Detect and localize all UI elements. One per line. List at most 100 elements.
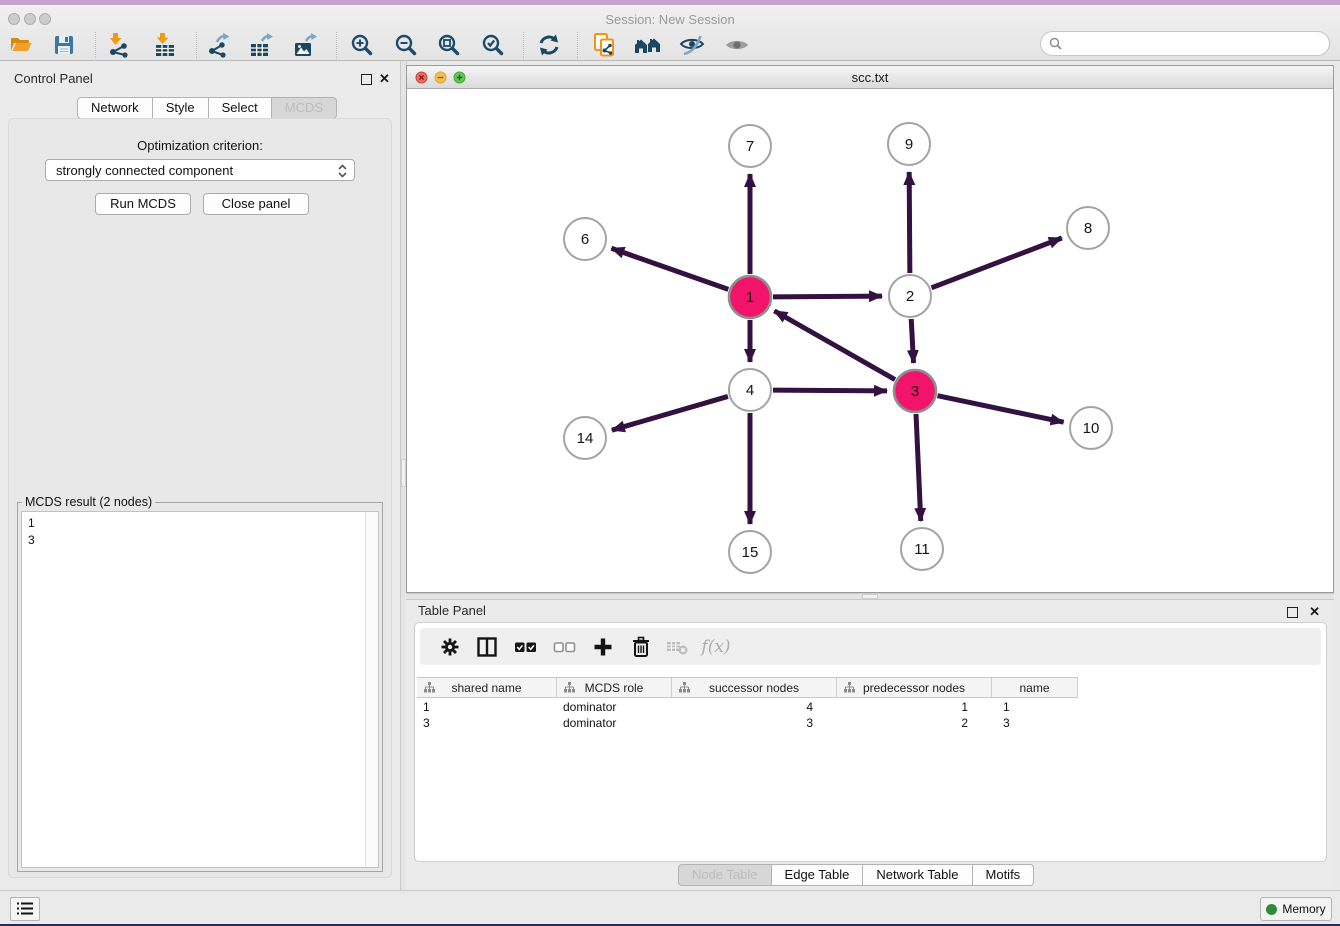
zoom-selected-button[interactable] xyxy=(478,31,508,59)
graph-node-9[interactable]: 9 xyxy=(888,123,930,165)
table-cell[interactable]: 3 xyxy=(992,715,1078,731)
open-session-button[interactable] xyxy=(6,31,36,59)
run-mcds-button[interactable]: Run MCDS xyxy=(95,193,191,215)
add-column-button[interactable] xyxy=(589,633,617,661)
toolbar-separator xyxy=(336,32,337,59)
graph-edge-4-14[interactable] xyxy=(612,396,728,430)
graph-edge-2-9[interactable] xyxy=(909,172,910,273)
graph-edge-2-3[interactable] xyxy=(911,319,913,363)
export-network-button[interactable] xyxy=(203,31,233,59)
table-panel-title: Table Panel xyxy=(418,603,486,618)
mcds-panel-body: Optimization criterion: strongly connect… xyxy=(8,118,392,878)
tab-style[interactable]: Style xyxy=(153,97,209,119)
apply-layout-button[interactable] xyxy=(534,31,564,59)
zoom-fit-button[interactable] xyxy=(434,31,464,59)
show-all-button[interactable] xyxy=(722,31,752,59)
graph-edge-4-3[interactable] xyxy=(773,390,887,391)
zoom-out-button[interactable] xyxy=(391,31,421,59)
horizontal-splitter[interactable] xyxy=(406,593,1334,600)
select-all-button[interactable] xyxy=(512,633,540,661)
table-panel-close-icon[interactable]: ✕ xyxy=(1309,606,1320,617)
table-cell[interactable]: 2 xyxy=(837,715,992,731)
graph-node-15[interactable]: 15 xyxy=(729,531,771,573)
deselect-all-button[interactable] xyxy=(551,633,579,661)
search-field[interactable] xyxy=(1040,31,1330,56)
table-cell[interactable]: 1 xyxy=(992,699,1078,715)
graph-node-1[interactable]: 1 xyxy=(729,276,771,318)
table-cell[interactable]: dominator xyxy=(557,715,672,731)
save-floppy-icon xyxy=(51,32,77,58)
network-canvas[interactable]: 1 2 3 4 6 7 8 9 10 11 14 15 xyxy=(407,89,1333,592)
mcds-result-textarea[interactable]: 1 3 xyxy=(21,511,379,868)
tab-edge-table[interactable]: Edge Table xyxy=(772,864,864,886)
column-header-shared-name[interactable]: shared name xyxy=(417,678,557,697)
task-history-button[interactable] xyxy=(10,897,40,921)
graph-node-6[interactable]: 6 xyxy=(564,218,606,260)
import-table-icon xyxy=(152,32,178,58)
zoom-selected-icon xyxy=(480,32,506,58)
export-image-button[interactable] xyxy=(290,31,320,59)
import-table-button[interactable] xyxy=(150,31,180,59)
clone-network-button[interactable] xyxy=(589,31,619,59)
control-panel-close-icon[interactable]: ✕ xyxy=(379,73,390,84)
export-table-button[interactable] xyxy=(246,31,276,59)
column-header-predecessor-nodes[interactable]: predecessor nodes xyxy=(837,678,992,697)
graph-edge-3-10[interactable] xyxy=(938,396,1064,423)
show-columns-button[interactable] xyxy=(473,633,501,661)
control-panel-float-icon[interactable] xyxy=(361,74,372,85)
tab-node-table[interactable]: Node Table xyxy=(678,864,772,886)
svg-text:4: 4 xyxy=(746,382,754,399)
hide-selected-button[interactable] xyxy=(677,31,707,59)
tab-motifs[interactable]: Motifs xyxy=(973,864,1035,886)
memory-label: Memory xyxy=(1282,902,1325,916)
zoom-in-button[interactable] xyxy=(347,31,377,59)
graph-edge-2-8[interactable] xyxy=(931,238,1061,288)
column-header-name[interactable]: name xyxy=(992,678,1078,697)
apply-function-button[interactable]: f(x) xyxy=(702,633,730,661)
tab-network-table[interactable]: Network Table xyxy=(863,864,972,886)
graph-node-3[interactable]: 3 xyxy=(894,370,936,412)
table-cell[interactable]: 3 xyxy=(417,715,557,731)
import-network-button[interactable] xyxy=(103,31,133,59)
column-header-successor-nodes[interactable]: successor nodes xyxy=(672,678,837,697)
graph-node-14[interactable]: 14 xyxy=(564,417,606,459)
mcds-result-scrollbar[interactable] xyxy=(365,512,378,867)
table-settings-button[interactable] xyxy=(436,633,464,661)
toolbar-separator xyxy=(577,32,578,59)
delete-table-icon xyxy=(666,636,690,658)
graph-node-10[interactable]: 10 xyxy=(1070,407,1112,449)
graph-node-2[interactable]: 2 xyxy=(889,275,931,317)
network-window-titlebar[interactable]: scc.txt xyxy=(407,66,1333,89)
first-neighbors-button[interactable] xyxy=(633,31,663,59)
table-cell[interactable]: 4 xyxy=(672,699,837,715)
search-input[interactable] xyxy=(1062,36,1329,51)
close-panel-button[interactable]: Close panel xyxy=(203,193,309,215)
tab-network[interactable]: Network xyxy=(77,97,153,119)
horizontal-splitter-handle[interactable] xyxy=(862,594,878,599)
table-row[interactable]: 1dominator411 xyxy=(417,699,1078,715)
graph-edge-3-11[interactable] xyxy=(916,414,921,521)
graph-node-11[interactable]: 11 xyxy=(901,528,943,570)
table-panel-float-icon[interactable] xyxy=(1287,607,1298,618)
table-cell[interactable]: 3 xyxy=(672,715,837,731)
graph-edge-1-6[interactable] xyxy=(611,248,728,289)
criterion-select[interactable]: strongly connected component xyxy=(45,159,355,181)
table-row[interactable]: 3dominator323 xyxy=(417,715,1078,731)
graph-node-7[interactable]: 7 xyxy=(729,125,771,167)
tab-mcds[interactable]: MCDS xyxy=(272,97,337,119)
graph-node-8[interactable]: 8 xyxy=(1067,207,1109,249)
tab-select[interactable]: Select xyxy=(209,97,272,119)
trash-icon xyxy=(630,636,652,658)
delete-table-button[interactable] xyxy=(664,633,692,661)
svg-text:1: 1 xyxy=(746,289,754,306)
delete-row-button[interactable] xyxy=(627,633,655,661)
table-cell[interactable]: dominator xyxy=(557,699,672,715)
graph-edge-1-2[interactable] xyxy=(773,296,882,297)
table-cell[interactable]: 1 xyxy=(417,699,557,715)
column-header-MCDS-role[interactable]: MCDS role xyxy=(557,678,672,697)
graph-edge-3-1[interactable] xyxy=(774,311,895,380)
save-session-button[interactable] xyxy=(49,31,79,59)
memory-button[interactable]: Memory xyxy=(1260,897,1332,921)
table-cell[interactable]: 1 xyxy=(837,699,992,715)
graph-node-4[interactable]: 4 xyxy=(729,369,771,411)
